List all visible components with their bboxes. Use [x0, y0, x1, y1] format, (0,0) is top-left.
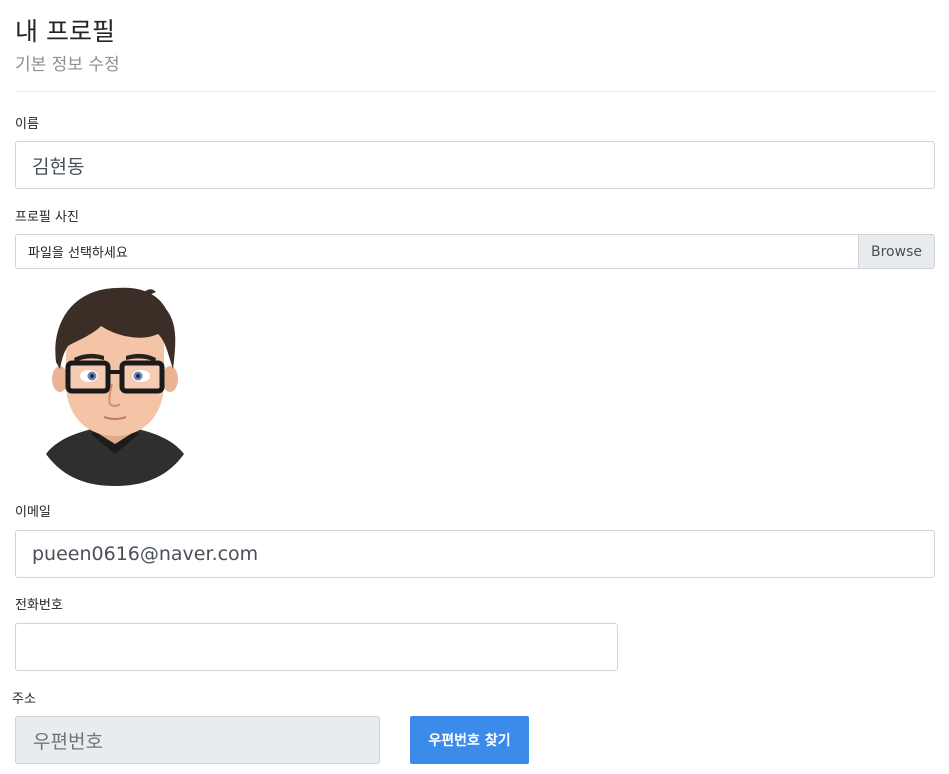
- find-zipcode-button[interactable]: 우편번호 찾기: [410, 716, 529, 764]
- address-label: 주소: [12, 692, 36, 707]
- name-input[interactable]: 김현동: [15, 141, 935, 189]
- browse-button[interactable]: Browse: [858, 235, 934, 268]
- photo-label: 프로필 사진: [15, 210, 79, 225]
- email-input[interactable]: pueen0616@naver.com: [15, 530, 935, 578]
- avatar: [46, 287, 184, 486]
- page-subtitle: 기본 정보 수정: [15, 55, 120, 75]
- file-input-text[interactable]: 파일을 선택하세요: [16, 235, 858, 268]
- email-label: 이메일: [15, 505, 51, 520]
- file-input[interactable]: 파일을 선택하세요 Browse: [15, 234, 935, 269]
- name-label: 이름: [15, 117, 39, 132]
- header-divider: [15, 91, 935, 92]
- phone-input[interactable]: [15, 623, 618, 671]
- phone-label: 전화번호: [15, 598, 63, 613]
- page-title: 내 프로필: [15, 17, 115, 46]
- zipcode-input[interactable]: 우편번호: [15, 716, 380, 764]
